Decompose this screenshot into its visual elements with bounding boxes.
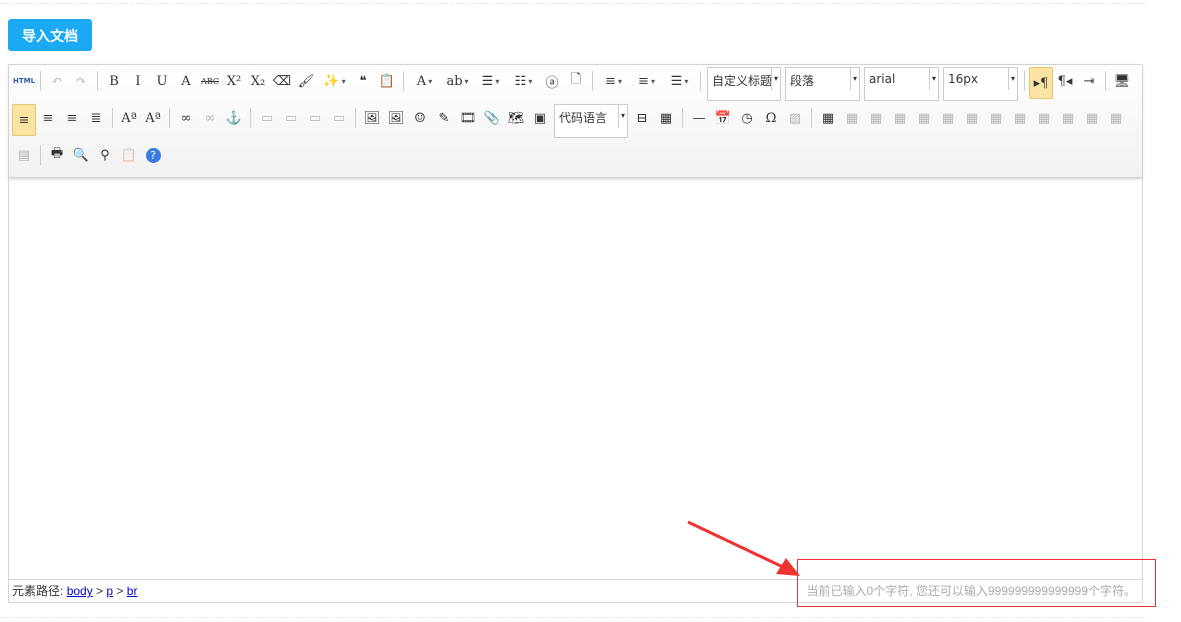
annotation-arrow-icon [687,520,800,576]
bottom-divider [0,617,1145,618]
